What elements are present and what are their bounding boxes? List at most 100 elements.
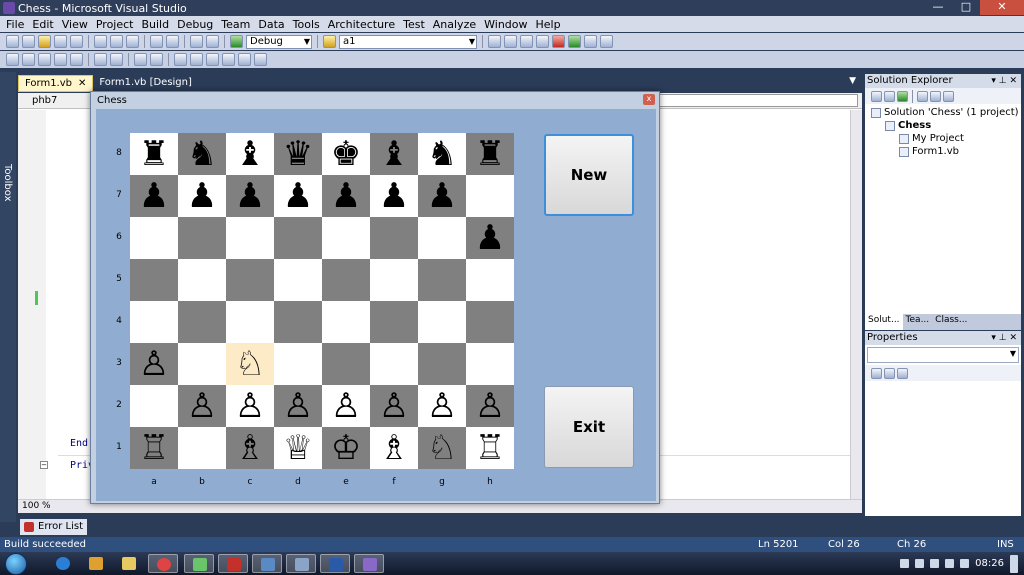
square-h7[interactable] — [466, 175, 514, 217]
tray-icon[interactable] — [915, 559, 925, 568]
square-e6[interactable] — [322, 217, 370, 259]
square-g3[interactable] — [418, 343, 466, 385]
find-combo[interactable]: a1 ▼ — [339, 34, 477, 49]
panel-pin-close-icon[interactable]: ▾ ⊥ ✕ — [991, 74, 1017, 88]
close-button[interactable]: ✕ — [980, 0, 1024, 15]
square-h3[interactable] — [466, 343, 514, 385]
quick-info-icon[interactable] — [38, 53, 51, 66]
menu-tools[interactable]: Tools — [291, 18, 326, 31]
taskbar-chrome[interactable] — [148, 554, 178, 573]
square-b5[interactable] — [178, 259, 226, 301]
show-all-files-icon[interactable] — [884, 90, 895, 102]
square-c6[interactable] — [226, 217, 274, 259]
paste-icon[interactable] — [126, 35, 139, 48]
chess-piece[interactable]: ♞ — [427, 137, 457, 171]
refresh-icon[interactable] — [897, 90, 908, 102]
chess-piece[interactable]: ♟ — [235, 179, 265, 213]
square-c7[interactable]: ♟ — [226, 175, 274, 217]
square-g6[interactable] — [418, 217, 466, 259]
property-pages-icon[interactable] — [897, 367, 908, 379]
taskbar-ie[interactable] — [48, 554, 78, 573]
square-g7[interactable]: ♟ — [418, 175, 466, 217]
square-b2[interactable]: ♙ — [178, 385, 226, 427]
chess-piece[interactable]: ♛ — [283, 137, 313, 171]
chess-piece[interactable]: ♖ — [139, 431, 169, 465]
active-files-icon[interactable]: ▼ — [849, 76, 856, 86]
menu-edit[interactable]: Edit — [30, 18, 59, 31]
uncomment-icon[interactable] — [150, 53, 163, 66]
square-e2[interactable]: ♙ — [322, 385, 370, 427]
class-diagram-icon[interactable] — [943, 90, 954, 102]
menu-test[interactable]: Test — [401, 18, 431, 31]
alphabetical-icon[interactable] — [884, 367, 895, 379]
close-icon[interactable]: ✕ — [78, 78, 86, 89]
square-a7[interactable]: ♟ — [130, 175, 178, 217]
square-h6[interactable]: ♟ — [466, 217, 514, 259]
word-completion-icon[interactable] — [54, 53, 67, 66]
tab-team-explorer[interactable]: Tea... — [903, 314, 933, 330]
solution-config-combo[interactable]: Debug ▼ — [246, 34, 312, 49]
previous-bookmark-folder-icon[interactable] — [222, 53, 235, 66]
navigate-forward-icon[interactable] — [206, 35, 219, 48]
square-f8[interactable]: ♝ — [370, 133, 418, 175]
chess-piece[interactable]: ♙ — [283, 389, 313, 423]
taskbar-messenger[interactable] — [184, 554, 214, 573]
chess-piece[interactable]: ♖ — [475, 431, 505, 465]
square-f4[interactable] — [370, 301, 418, 343]
parameter-info-icon[interactable] — [22, 53, 35, 66]
menu-build[interactable]: Build — [139, 18, 175, 31]
square-c1[interactable]: ♗ — [226, 427, 274, 469]
increase-indent-icon[interactable] — [110, 53, 123, 66]
open-file-icon[interactable] — [38, 35, 51, 48]
chess-piece[interactable]: ♙ — [475, 389, 505, 423]
square-a8[interactable]: ♜ — [130, 133, 178, 175]
square-a6[interactable] — [130, 217, 178, 259]
square-c8[interactable]: ♝ — [226, 133, 274, 175]
square-f6[interactable] — [370, 217, 418, 259]
error-list-tab[interactable]: Error List — [20, 519, 88, 535]
square-f5[interactable] — [370, 259, 418, 301]
tree-item[interactable]: Form1.vb — [871, 145, 1021, 158]
categorized-icon[interactable] — [871, 367, 882, 379]
toolbox-icon[interactable] — [536, 35, 549, 48]
square-g4[interactable] — [418, 301, 466, 343]
object-browser-icon[interactable] — [520, 35, 533, 48]
menu-project[interactable]: Project — [94, 18, 140, 31]
tools-icon[interactable] — [552, 35, 565, 48]
square-h2[interactable]: ♙ — [466, 385, 514, 427]
square-g8[interactable]: ♞ — [418, 133, 466, 175]
chess-piece[interactable]: ♟ — [475, 221, 505, 255]
square-h8[interactable]: ♜ — [466, 133, 514, 175]
view-designer-icon[interactable] — [930, 90, 941, 102]
chess-piece[interactable]: ♜ — [475, 137, 505, 171]
collapse-icon[interactable]: − — [40, 461, 48, 469]
method-name-dropdown[interactable] — [658, 94, 858, 107]
chess-piece[interactable]: ♘ — [427, 431, 457, 465]
properties-icon[interactable] — [504, 35, 517, 48]
square-e3[interactable] — [322, 343, 370, 385]
chess-piece[interactable]: ♕ — [283, 431, 313, 465]
chess-piece[interactable]: ♟ — [331, 179, 361, 213]
square-h4[interactable] — [466, 301, 514, 343]
volume-icon[interactable] — [945, 559, 955, 568]
square-d3[interactable] — [274, 343, 322, 385]
chess-piece[interactable]: ♙ — [427, 389, 457, 423]
square-f2[interactable]: ♙ — [370, 385, 418, 427]
tree-item[interactable]: My Project — [871, 132, 1021, 145]
square-b1[interactable] — [178, 427, 226, 469]
previous-bookmark-icon[interactable] — [190, 53, 203, 66]
chess-piece[interactable]: ♙ — [379, 389, 409, 423]
chess-piece[interactable]: ♔ — [331, 431, 361, 465]
square-e7[interactable]: ♟ — [322, 175, 370, 217]
tab-form1-design[interactable]: Form1.vb [Design] — [93, 75, 198, 92]
start-page-icon[interactable] — [584, 35, 597, 48]
next-bookmark-folder-icon[interactable] — [238, 53, 251, 66]
redo-icon[interactable] — [166, 35, 179, 48]
show-desktop-button[interactable] — [1010, 554, 1018, 573]
tab-form1-vb[interactable]: Form1.vb ✕ — [18, 75, 94, 92]
square-g5[interactable] — [418, 259, 466, 301]
square-d8[interactable]: ♛ — [274, 133, 322, 175]
next-bookmark-icon[interactable] — [206, 53, 219, 66]
battery-icon[interactable] — [960, 559, 970, 568]
new-project-icon[interactable] — [6, 35, 19, 48]
